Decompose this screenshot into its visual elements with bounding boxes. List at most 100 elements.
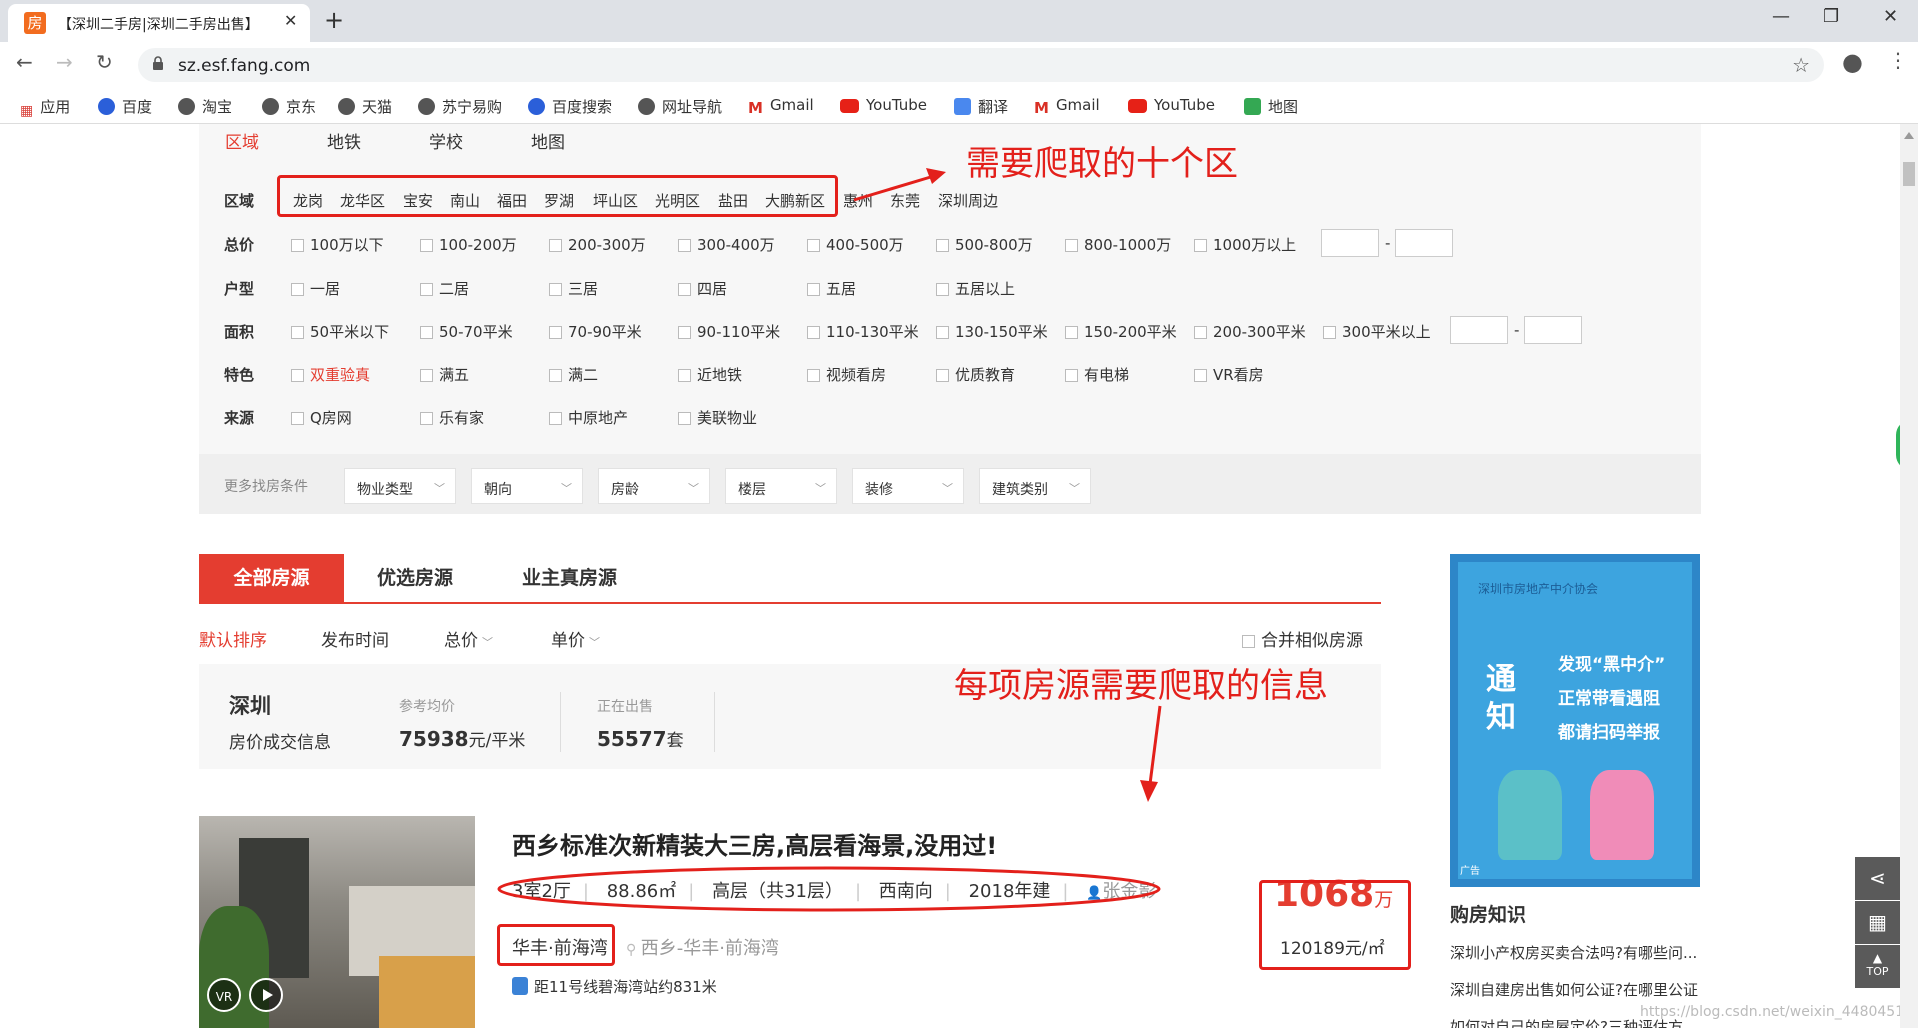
area-option[interactable]: 300平米以上 — [1323, 321, 1431, 342]
checkbox[interactable] — [1194, 369, 1207, 382]
bookmark-baidu-search[interactable]: 百度搜索 — [528, 96, 612, 117]
tab-district[interactable]: 区域 — [225, 128, 259, 153]
checkbox[interactable] — [420, 283, 433, 296]
source-option[interactable]: 乐有家 — [420, 407, 484, 428]
floor-dropdown[interactable]: 楼层 ﹀ — [725, 468, 837, 504]
checkbox[interactable] — [291, 326, 304, 339]
checkbox[interactable] — [678, 412, 691, 425]
checkbox[interactable] — [678, 369, 691, 382]
article-link[interactable]: 深圳小产权房买卖合法吗?有哪些问... — [1450, 942, 1697, 963]
checkbox[interactable] — [420, 369, 433, 382]
price-max-input[interactable] — [1395, 229, 1453, 257]
new-tab-icon[interactable]: + — [324, 6, 344, 34]
checkbox[interactable] — [1065, 326, 1078, 339]
area-max-input[interactable] — [1524, 316, 1582, 344]
checkbox[interactable] — [420, 326, 433, 339]
menu-icon[interactable]: ⋮ — [1888, 48, 1908, 72]
scroll-up-icon[interactable] — [1904, 132, 1914, 139]
tab-school[interactable]: 学校 — [429, 128, 463, 153]
checkbox[interactable] — [1065, 239, 1078, 252]
feature-option[interactable]: 优质教育 — [936, 364, 1015, 385]
bookmark-tmall[interactable]: 天猫 — [338, 96, 392, 117]
checkbox[interactable] — [678, 239, 691, 252]
checkbox[interactable] — [807, 369, 820, 382]
price-option[interactable]: 300-400万 — [678, 234, 775, 255]
reload-icon[interactable]: ↻ — [96, 50, 113, 74]
tab-preferred-listings[interactable]: 优选房源 — [377, 554, 453, 602]
checkbox[interactable] — [549, 239, 562, 252]
layout-option[interactable]: 一居 — [291, 278, 340, 299]
share-icon[interactable]: ⋖ — [1855, 857, 1900, 900]
qr-code-icon[interactable]: ▦ — [1855, 901, 1900, 944]
tab-all-listings[interactable]: 全部房源 — [199, 554, 344, 602]
tab-owner-listings[interactable]: 业主真房源 — [522, 554, 617, 602]
close-tab-icon[interactable]: ✕ — [284, 11, 297, 30]
restore-icon[interactable]: ❐ — [1823, 6, 1839, 27]
bookmark-apps[interactable]: ▦ 应用 — [20, 96, 70, 119]
window-close-icon[interactable]: ✕ — [1883, 6, 1898, 27]
bookmark-translate[interactable]: 翻译 — [954, 96, 1008, 117]
play-video-icon[interactable] — [249, 978, 283, 1012]
checkbox[interactable] — [678, 326, 691, 339]
checkbox[interactable] — [936, 239, 949, 252]
listing-title[interactable]: 西乡标准次新精装大三房,高层看海景,没用过! — [512, 826, 997, 861]
price-option[interactable]: 400-500万 — [807, 234, 904, 255]
bookmark-youtube[interactable]: YouTube — [840, 96, 927, 114]
forward-icon[interactable]: → — [56, 50, 73, 74]
tab-map[interactable]: 地图 — [531, 128, 565, 153]
checkbox[interactable] — [549, 412, 562, 425]
bookmark-baidu[interactable]: 百度 — [98, 96, 152, 117]
price-option[interactable]: 100-200万 — [420, 234, 517, 255]
feature-option[interactable]: 有电梯 — [1065, 364, 1129, 385]
price-option[interactable]: 100万以下 — [291, 234, 384, 255]
area-min-input[interactable] — [1450, 316, 1508, 344]
layout-option[interactable]: 四居 — [678, 278, 727, 299]
location-text[interactable]: ⚲ 西乡-华丰·前海湾 — [626, 934, 779, 960]
bookmark-youtube-2[interactable]: YouTube — [1128, 96, 1215, 114]
layout-option[interactable]: 五居以上 — [936, 278, 1015, 299]
feature-option[interactable]: 双重验真 — [291, 364, 370, 385]
bookmark-gmail[interactable]: M Gmail — [748, 96, 814, 117]
area-option[interactable]: 70-90平米 — [549, 321, 642, 342]
checkbox[interactable] — [678, 283, 691, 296]
checkbox[interactable] — [291, 412, 304, 425]
checkbox[interactable] — [1194, 326, 1207, 339]
area-option[interactable]: 200-300平米 — [1194, 321, 1306, 342]
bookmark-nav[interactable]: 网址导航 — [638, 96, 722, 117]
area-option[interactable]: 90-110平米 — [678, 321, 780, 342]
minimize-icon[interactable]: — — [1772, 6, 1790, 27]
orientation-dropdown[interactable]: 朝向 ﹀ — [471, 468, 583, 504]
source-option[interactable]: 中原地产 — [549, 407, 628, 428]
layout-option[interactable]: 五居 — [807, 278, 856, 299]
building-type-dropdown[interactable]: 建筑类别 ﹀ — [979, 468, 1091, 504]
feature-option[interactable]: VR看房 — [1194, 364, 1264, 385]
layout-option[interactable]: 二居 — [420, 278, 469, 299]
price-option[interactable]: 800-1000万 — [1065, 234, 1171, 255]
bookmark-suning[interactable]: 苏宁易购 — [418, 96, 502, 117]
profile-icon[interactable]: ● — [1842, 48, 1863, 76]
checkbox[interactable] — [291, 283, 304, 296]
browser-tab[interactable]: 房 【深圳二手房|深圳二手房出售】 ✕ — [8, 4, 310, 42]
checkbox[interactable] — [807, 283, 820, 296]
feature-option[interactable]: 满二 — [549, 364, 598, 385]
area-option[interactable]: 150-200平米 — [1065, 321, 1177, 342]
checkbox[interactable] — [1194, 239, 1207, 252]
feature-option[interactable]: 满五 — [420, 364, 469, 385]
merge-similar-toggle[interactable]: 合并相似房源 — [1242, 626, 1363, 651]
area-option[interactable]: 130-150平米 — [936, 321, 1048, 342]
back-icon[interactable]: ← — [16, 50, 33, 74]
ad-banner[interactable]: 深圳市房地产中介协会 通 知 发现“黑中介” 正常带看遇阻 都请扫码举报 广告 — [1450, 554, 1700, 887]
bookmark-taobao[interactable]: 淘宝 — [178, 96, 232, 117]
area-option[interactable]: 50-70平米 — [420, 321, 513, 342]
article-link[interactable]: 深圳自建房出售如何公证?在哪里公证 — [1450, 979, 1698, 1000]
checkbox[interactable] — [936, 369, 949, 382]
checkbox[interactable] — [549, 326, 562, 339]
sort-default[interactable]: 默认排序 — [199, 626, 267, 651]
property-type-dropdown[interactable]: 物业类型 ﹀ — [344, 468, 456, 504]
price-option[interactable]: 1000万以上 — [1194, 234, 1296, 255]
feature-option[interactable]: 视频看房 — [807, 364, 886, 385]
price-option[interactable]: 200-300万 — [549, 234, 646, 255]
feature-option[interactable]: 近地铁 — [678, 364, 742, 385]
tab-subway[interactable]: 地铁 — [327, 128, 361, 153]
price-min-input[interactable] — [1321, 229, 1379, 257]
